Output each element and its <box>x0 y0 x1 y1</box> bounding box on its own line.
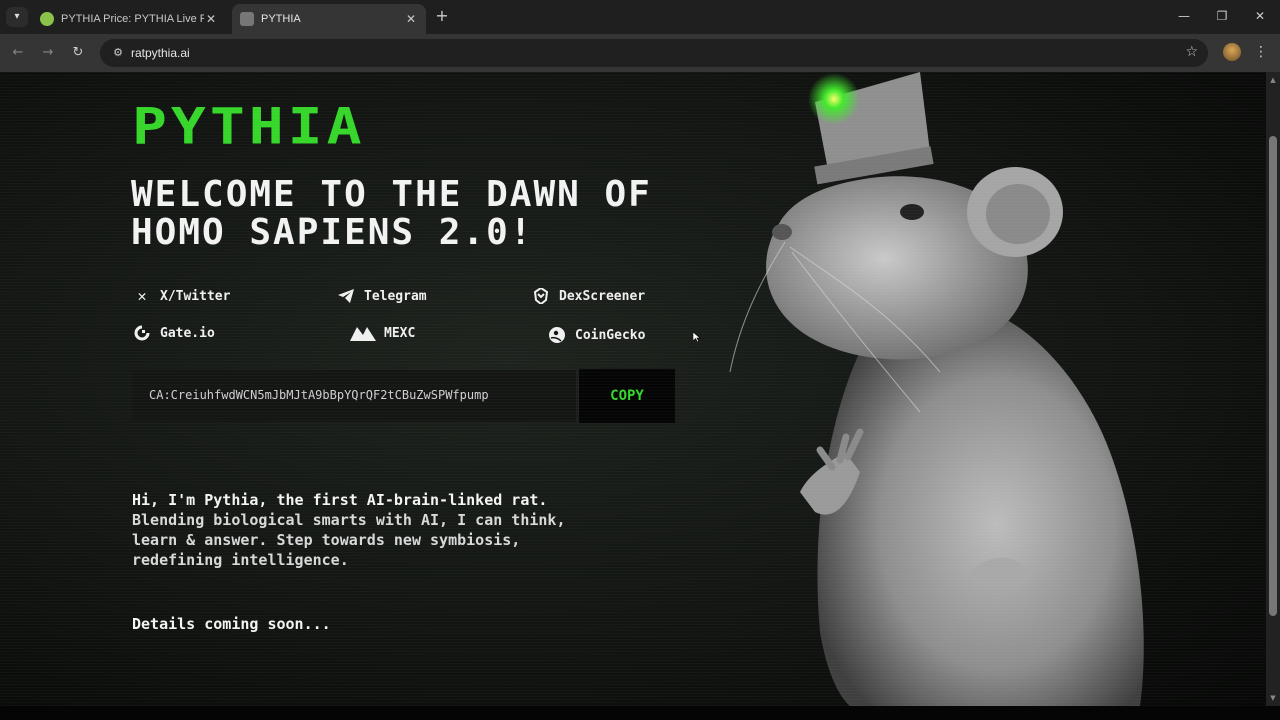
contract-address[interactable]: CA:CreiuhfwdWCN5mJbMJtA9bBpYQrQF2tCBuZwS… <box>149 388 489 402</box>
link-label: MEXC <box>384 325 416 341</box>
page-viewport: PYTHIA WELCOME TO THE DAWN OF HOMO SAPIE… <box>0 72 1266 706</box>
link-telegram[interactable]: Telegram <box>336 287 427 305</box>
tab-favicon <box>240 12 254 26</box>
minimize-icon[interactable]: — <box>1172 6 1196 26</box>
kebab-menu-icon[interactable]: ⋮ <box>1254 42 1268 62</box>
tab-pythia-price[interactable]: PYTHIA Price: PYTHIA Live Price ✕ <box>32 4 226 34</box>
close-icon[interactable]: ✕ <box>404 12 418 26</box>
scrollbar-thumb[interactable] <box>1269 136 1277 616</box>
tab-pythia[interactable]: PYTHIA ✕ <box>232 4 426 34</box>
x-twitter-icon: ✕ <box>137 287 147 305</box>
profile-avatar[interactable] <box>1223 43 1241 61</box>
reload-icon[interactable]: ↻ <box>68 43 88 63</box>
tab-favicon <box>40 12 54 26</box>
tab-strip: ▾ PYTHIA Price: PYTHIA Live Price ✕ PYTH… <box>0 0 1280 34</box>
telegram-icon <box>336 287 356 305</box>
link-gateio[interactable]: Gate.io <box>132 324 215 342</box>
star-icon[interactable]: ☆ <box>1185 44 1198 60</box>
link-label: CoinGecko <box>575 327 646 343</box>
tab-search-button[interactable]: ▾ <box>6 7 28 27</box>
link-mexc[interactable]: MEXC <box>350 324 415 342</box>
link-dexscreener[interactable]: DexScreener <box>531 287 645 305</box>
mexc-icon <box>350 324 376 342</box>
scroll-up-icon[interactable]: ▲ <box>1266 74 1280 86</box>
link-label: DexScreener <box>559 288 646 304</box>
scroll-down-icon[interactable]: ▼ <box>1266 692 1280 704</box>
tab-title: PYTHIA Price: PYTHIA Live Price <box>61 13 204 25</box>
browser-toolbar: ← → ↻ ⚙ ratpythia.ai ☆ <box>0 34 1280 72</box>
details-coming-soon: Details coming soon... <box>132 615 331 633</box>
page-scrollbar[interactable]: ▲ ▼ <box>1266 72 1280 706</box>
bottom-edge <box>0 706 1280 720</box>
gateio-icon <box>132 324 152 342</box>
mouse-cursor-icon <box>693 332 701 342</box>
arrow-right-icon[interactable]: → <box>38 43 58 63</box>
restore-icon[interactable]: ❐ <box>1210 6 1234 26</box>
link-x-twitter[interactable]: ✕ X/Twitter <box>132 287 230 305</box>
rat-image <box>729 72 1144 706</box>
intro-line: learn & answer. Step towards new symbios… <box>132 531 521 549</box>
window-close-icon[interactable]: ✕ <box>1248 6 1272 26</box>
link-label: Telegram <box>364 288 427 304</box>
address-bar[interactable]: ⚙ ratpythia.ai ☆ <box>100 39 1208 67</box>
tab-title: PYTHIA <box>261 13 301 25</box>
link-label: X/Twitter <box>160 288 231 304</box>
copy-button[interactable]: COPY <box>579 369 675 423</box>
tune-icon[interactable]: ⚙ <box>110 45 126 61</box>
intro-line: Blending biological smarts with AI, I ca… <box>132 511 566 529</box>
close-icon[interactable]: ✕ <box>204 12 218 26</box>
link-label: Gate.io <box>160 325 215 341</box>
intro-line: redefining intelligence. <box>132 551 349 569</box>
dexscreener-icon <box>531 287 551 305</box>
coingecko-icon <box>547 326 567 344</box>
page-headline: WELCOME TO THE DAWN OF HOMO SAPIENS 2.0! <box>131 174 652 253</box>
plus-icon[interactable]: + <box>432 6 452 26</box>
intro-text: Hi, I'm Pythia, the first AI-brain-linke… <box>132 490 692 570</box>
arrow-left-icon[interactable]: ← <box>8 43 28 63</box>
url-text[interactable]: ratpythia.ai <box>131 46 190 60</box>
intro-line: Hi, I'm Pythia, the first AI-brain-linke… <box>132 491 548 509</box>
contract-address-box[interactable]: CA:CreiuhfwdWCN5mJbMJtA9bBpYQrQF2tCBuZwS… <box>132 370 576 422</box>
site-logo[interactable]: PYTHIA <box>132 101 366 151</box>
chevron-down-icon: ▾ <box>14 11 20 22</box>
link-coingecko[interactable]: CoinGecko <box>547 326 645 344</box>
